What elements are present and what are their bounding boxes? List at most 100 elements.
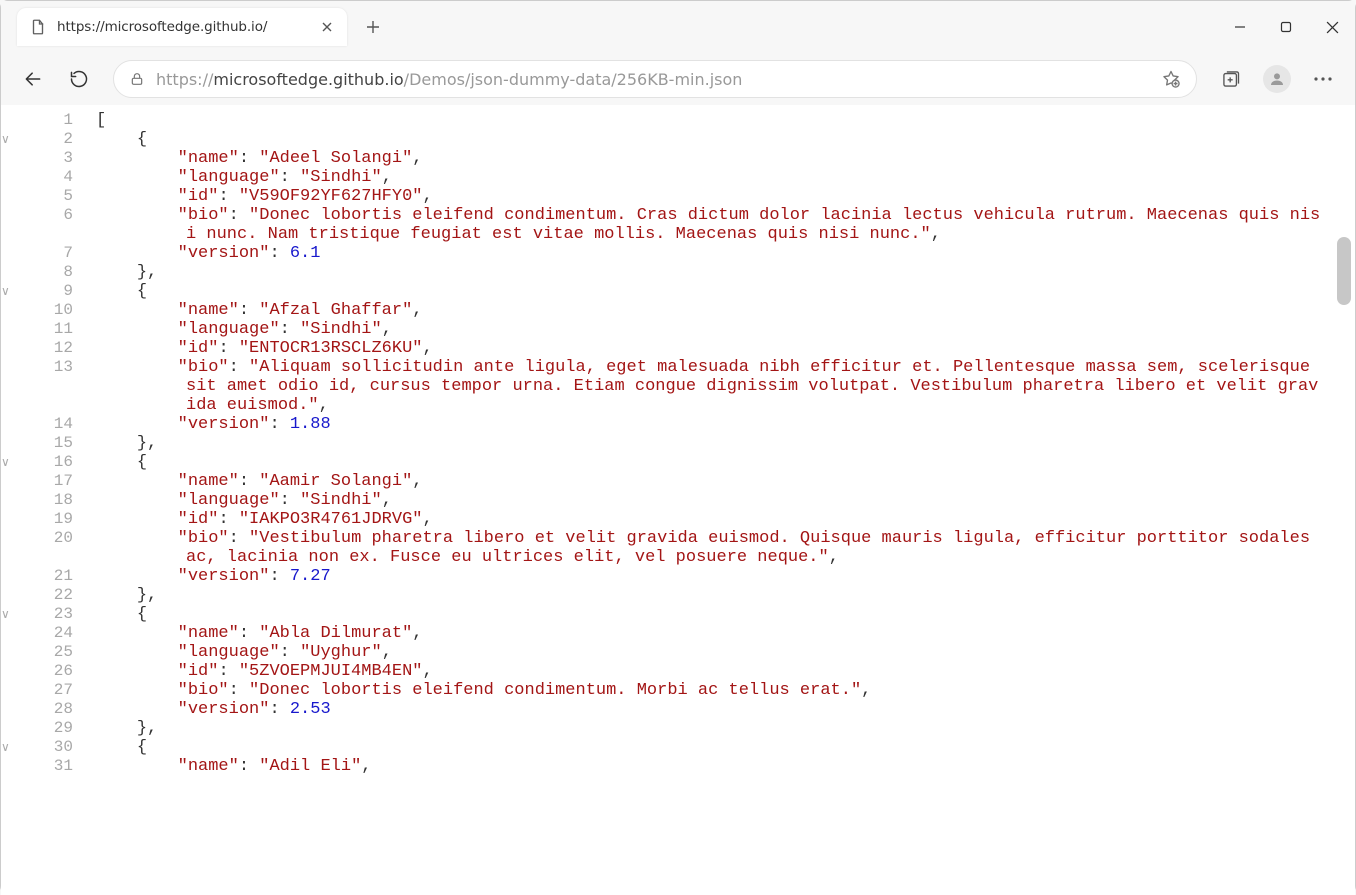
code-line: 1[ [1,111,1355,130]
line-content: "language": "Sindhi", [96,491,1355,510]
fold-toggle[interactable]: ∨ [1,605,13,621]
fold-toggle [1,149,13,151]
line-content: "id": "5ZVOEPMJUI4MB4EN", [96,662,1355,681]
line-content: "version": 2.53 [96,700,1355,719]
line-content: "version": 7.27 [96,567,1355,586]
code-line: 21 "version": 7.27 [1,567,1355,586]
fold-toggle [1,662,13,664]
fold-toggle [1,339,13,341]
code-line: ∨30 { [1,738,1355,757]
line-content: }, [96,434,1355,453]
code-line: 22 }, [1,586,1355,605]
line-content: { [96,453,1355,472]
line-number: 15 [13,434,81,452]
line-content: "version": 1.88 [96,415,1355,434]
fold-toggle [1,643,13,645]
minimize-button[interactable] [1217,7,1263,47]
line-content: { [96,282,1355,301]
line-content: }, [96,586,1355,605]
line-content: "name": "Aamir Solangi", [96,472,1355,491]
line-number: 11 [13,320,81,338]
code-line: ∨23 { [1,605,1355,624]
address-bar[interactable]: https://microsoftedge.github.io/Demos/js… [113,60,1197,98]
browser-toolbar: https://microsoftedge.github.io/Demos/js… [1,53,1355,105]
line-content: "version": 6.1 [96,244,1355,263]
code-line: 31 "name": "Adil Eli", [1,757,1355,776]
favorite-button[interactable] [1160,69,1182,89]
line-number: 19 [13,510,81,528]
code-line: 17 "name": "Aamir Solangi", [1,472,1355,491]
line-number: 17 [13,472,81,490]
line-content: "id": "IAKPO3R4761JDRVG", [96,510,1355,529]
fold-toggle [1,586,13,588]
code-line: ∨2 { [1,130,1355,149]
line-number: 26 [13,662,81,680]
line-content: "bio": "Vestibulum pharetra libero et ve… [96,529,1355,567]
line-number: 4 [13,168,81,186]
fold-toggle [1,700,13,702]
line-number: 7 [13,244,81,262]
url-scheme: https:// [156,70,213,89]
fold-toggle[interactable]: ∨ [1,130,13,146]
code-line: 19 "id": "IAKPO3R4761JDRVG", [1,510,1355,529]
code-line: 29 }, [1,719,1355,738]
line-content: "name": "Adeel Solangi", [96,149,1355,168]
fold-toggle [1,472,13,474]
refresh-button[interactable] [59,59,99,99]
settings-menu-button[interactable] [1303,59,1343,99]
line-number: 16 [13,453,81,471]
tab-title: https://microsoftedge.github.io/ [57,19,309,35]
fold-toggle [1,263,13,265]
line-content: [ [96,111,1355,130]
line-content: "bio": "Donec lobortis eleifend condimen… [96,681,1355,700]
new-tab-button[interactable] [357,11,389,43]
fold-toggle [1,206,13,208]
line-number: 25 [13,643,81,661]
url-text: https://microsoftedge.github.io/Demos/js… [156,70,1150,89]
file-icon [29,18,47,36]
fold-toggle [1,187,13,189]
maximize-button[interactable] [1263,7,1309,47]
line-content: }, [96,263,1355,282]
fold-toggle [1,111,13,113]
browser-titlebar: https://microsoftedge.github.io/ [1,1,1355,53]
code-line: ∨9 { [1,282,1355,301]
fold-toggle[interactable]: ∨ [1,282,13,298]
line-number: 23 [13,605,81,623]
line-number: 30 [13,738,81,756]
browser-tab[interactable]: https://microsoftedge.github.io/ [17,8,347,46]
code-line: 24 "name": "Abla Dilmurat", [1,624,1355,643]
line-number: 28 [13,700,81,718]
line-number: 9 [13,282,81,300]
line-number: 3 [13,149,81,167]
fold-toggle [1,529,13,531]
back-button[interactable] [13,59,53,99]
line-number: 20 [13,529,81,547]
profile-button[interactable] [1257,59,1297,99]
code-line: 14 "version": 1.88 [1,415,1355,434]
line-number: 21 [13,567,81,585]
scrollbar-thumb[interactable] [1337,237,1351,305]
line-number: 14 [13,415,81,433]
line-content: "name": "Adil Eli", [96,757,1355,776]
code-line: 8 }, [1,263,1355,282]
code-line: 26 "id": "5ZVOEPMJUI4MB4EN", [1,662,1355,681]
close-tab-button[interactable] [319,19,335,35]
fold-toggle [1,244,13,246]
fold-toggle[interactable]: ∨ [1,453,13,469]
close-window-button[interactable] [1309,7,1355,47]
line-content: { [96,605,1355,624]
line-number: 12 [13,339,81,357]
code-line: 25 "language": "Uyghur", [1,643,1355,662]
fold-toggle [1,168,13,170]
fold-toggle[interactable]: ∨ [1,738,13,754]
url-host: microsoftedge.github.io [213,70,403,89]
url-path: /Demos/json-dummy-data/256KB-min.json [404,70,743,89]
collections-button[interactable] [1211,59,1251,99]
line-number: 22 [13,586,81,604]
tabs-row: https://microsoftedge.github.io/ [1,1,1217,53]
line-number: 18 [13,491,81,509]
line-number: 27 [13,681,81,699]
line-content: "name": "Afzal Ghaffar", [96,301,1355,320]
code-line: 5 "id": "V59OF92YF627HFY0", [1,187,1355,206]
